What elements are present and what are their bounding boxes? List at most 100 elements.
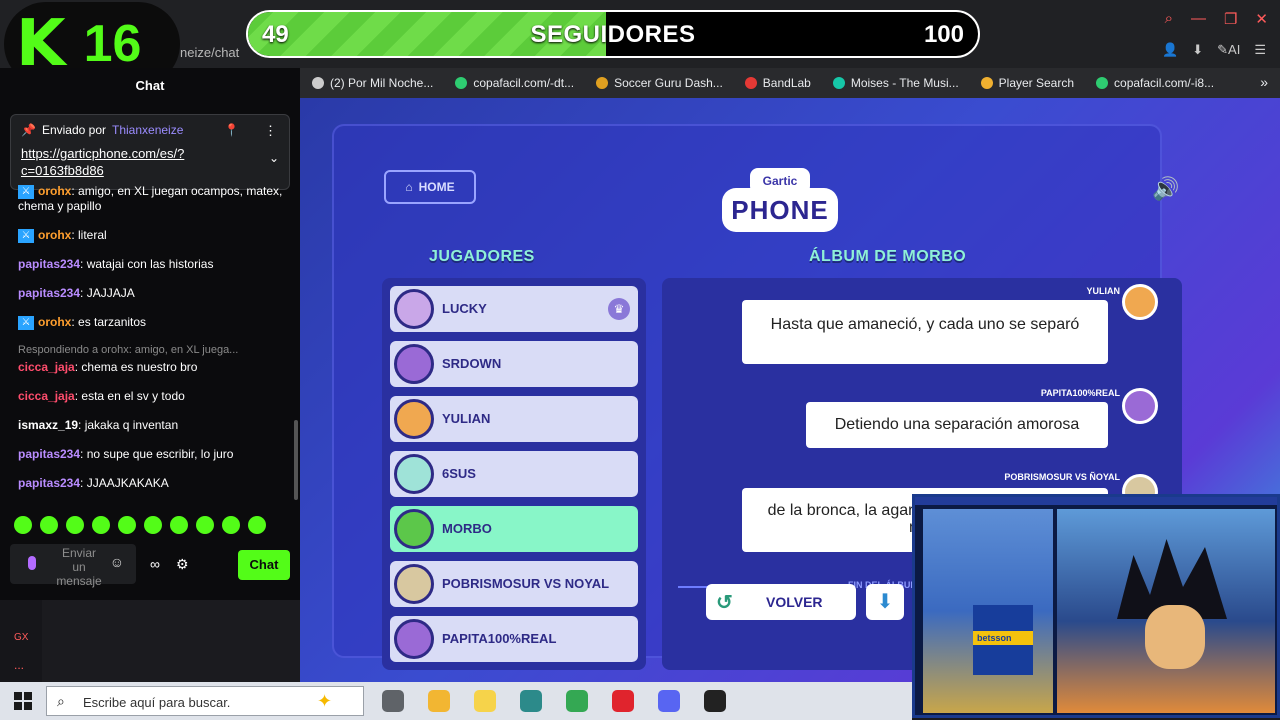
emote-icon[interactable]: [40, 516, 58, 534]
player-avatar: [394, 454, 434, 494]
chat-message-text: esta en el sv y todo: [81, 389, 185, 403]
emote-icon[interactable]: [92, 516, 110, 534]
taskbar-search[interactable]: ⌕ Escribe aquí para buscar. ✦: [46, 686, 364, 716]
chat-message: cicca_jaja: esta en el sv y todo: [18, 389, 288, 404]
gx-label[interactable]: GX: [14, 632, 28, 643]
chat-username[interactable]: orohx: [38, 184, 71, 198]
chat-username[interactable]: papitas234: [18, 257, 80, 271]
player-row[interactable]: LUCKY ♛: [390, 286, 638, 332]
album-author: YULIAN: [1086, 286, 1121, 296]
task-view-icon[interactable]: [382, 690, 404, 712]
player-row[interactable]: SRDOWN: [390, 341, 638, 387]
emote-icon[interactable]: [170, 516, 188, 534]
chat-title: Chat: [135, 78, 165, 93]
emote-icon[interactable]: [196, 516, 214, 534]
chat-message: ismaxz_19: jakaka q inventan: [18, 418, 288, 433]
bookmark-favicon-icon: [596, 77, 609, 89]
webcam-overlay: betsson: [912, 494, 1280, 718]
search-icon[interactable]: ⌕: [1165, 10, 1173, 28]
download-album-button[interactable]: ⬇: [866, 584, 904, 620]
mic-icon[interactable]: [28, 556, 36, 570]
chat-username[interactable]: papitas234: [18, 286, 80, 300]
discord-icon[interactable]: [658, 690, 680, 712]
player-row[interactable]: PAPITA100%REAL: [390, 616, 638, 662]
emote-icon[interactable]: [118, 516, 136, 534]
screen: neize/chat ⌕ — ❐ ✕ 👤 ⬇ ✎AI ☰ (2) Por Mil…: [0, 0, 1280, 720]
player-row[interactable]: POBRISMOSUR VS NOYAL: [390, 561, 638, 607]
bookmark-item[interactable]: Player Search: [980, 76, 1075, 90]
bookmark-item[interactable]: (2) Por Mil Noche...: [312, 76, 433, 90]
pinned-user[interactable]: Thianxeneize: [112, 123, 183, 137]
emote-icon[interactable]: [144, 516, 162, 534]
reply-reference[interactable]: Respondiendo a orohx: amigo, en XL juega…: [18, 344, 288, 356]
speaker-icon[interactable]: 🔊: [1152, 176, 1179, 202]
home-button[interactable]: ⌂ HOME: [384, 170, 476, 204]
chat-message-text: jakaka q inventan: [84, 418, 179, 432]
pinned-header: 📌 Enviado por Thianxeneize: [21, 123, 279, 137]
bookmark-item[interactable]: copafacil.com/-i8...: [1096, 76, 1214, 90]
player-avatar: [394, 619, 434, 659]
notes-icon[interactable]: [474, 690, 496, 712]
url-fragment[interactable]: neize/chat: [180, 45, 239, 60]
chat-send-button[interactable]: Chat: [238, 550, 290, 580]
bookmark-favicon-icon: [1096, 77, 1109, 89]
player-row[interactable]: YULIAN: [390, 396, 638, 442]
bookmarks-overflow-icon[interactable]: »: [1260, 74, 1268, 90]
sparkle-icon: ✦: [317, 691, 333, 711]
more-dots-icon[interactable]: ...: [14, 658, 24, 672]
emote-icon[interactable]: [222, 516, 240, 534]
bookmark-label: Player Search: [998, 76, 1075, 90]
obs-icon[interactable]: [704, 690, 726, 712]
infinity-icon[interactable]: ∞: [150, 556, 160, 573]
close-button[interactable]: ✕: [1255, 10, 1268, 28]
chat-username[interactable]: cicca_jaja: [18, 389, 75, 403]
emoji-icon[interactable]: ☺: [110, 554, 124, 570]
chat-separator: :: [71, 315, 79, 329]
chevron-down-icon[interactable]: ⌄: [269, 151, 279, 165]
ai-extension-button[interactable]: ✎AI: [1217, 42, 1240, 58]
follower-goal-bar: 49 SEGUIDORES 100: [246, 10, 980, 58]
bookmark-item[interactable]: Soccer Guru Dash...: [596, 76, 723, 90]
chat-username[interactable]: orohx: [38, 228, 71, 242]
left-side-strip: GX ...: [0, 600, 42, 682]
chat-separator: :: [80, 476, 87, 490]
logo-main-text: PHONE: [722, 188, 838, 232]
file-explorer-icon[interactable]: [428, 690, 450, 712]
player-row[interactable]: MORBO: [390, 506, 638, 552]
chat-username[interactable]: papitas234: [18, 476, 80, 490]
emote-icon[interactable]: [66, 516, 84, 534]
chat-username[interactable]: papitas234: [18, 447, 80, 461]
chat-username[interactable]: orohx: [38, 315, 71, 329]
emote-icon[interactable]: [248, 516, 266, 534]
pinned-link[interactable]: https://garticphone.com/es/?c=0163fb8d86: [21, 145, 241, 179]
moderator-badge-icon: ⚔: [18, 184, 34, 199]
chat-scrollbar[interactable]: [294, 420, 298, 500]
pinned-message[interactable]: 📌 Enviado por Thianxeneize https://garti…: [10, 114, 290, 190]
bookmark-item[interactable]: Moises - The Musi...: [832, 76, 959, 90]
kebab-menu-icon[interactable]: ⋮: [264, 123, 277, 139]
chat-username[interactable]: ismaxz_19: [18, 418, 78, 432]
download-icon[interactable]: ⬇: [1192, 42, 1203, 58]
bookmark-item[interactable]: copafacil.com/-dt...: [455, 76, 574, 90]
album-title: ÁLBUM DE MORBO: [809, 248, 967, 265]
players-title: JUGADORES: [429, 248, 535, 265]
player-row[interactable]: 6SUS: [390, 451, 638, 497]
opera-icon[interactable]: [612, 690, 634, 712]
minimize-button[interactable]: —: [1191, 10, 1206, 28]
chat-username[interactable]: cicca_jaja: [18, 360, 75, 374]
chat-separator: :: [80, 447, 87, 461]
chat-input[interactable]: Enviar un mensaje ☺: [10, 544, 136, 588]
profile-icon[interactable]: 👤: [1162, 42, 1178, 58]
chrome-icon[interactable]: [566, 690, 588, 712]
settings-gear-icon[interactable]: ⚙: [176, 556, 189, 573]
app-store-icon[interactable]: [520, 690, 542, 712]
windows-taskbar: ⌕ Escribe aquí para buscar. ✦: [0, 682, 912, 720]
bookmark-item[interactable]: BandLab: [744, 76, 811, 90]
unpin-icon[interactable]: 📍: [224, 123, 239, 137]
windows-start-icon[interactable]: [14, 692, 32, 710]
emote-icon[interactable]: [14, 516, 32, 534]
menu-icon[interactable]: ☰: [1254, 42, 1266, 58]
back-button[interactable]: ↺ VOLVER: [706, 584, 856, 620]
maximize-button[interactable]: ❐: [1224, 10, 1237, 28]
gartic-phone-logo: PHONE Gartic: [722, 168, 838, 240]
